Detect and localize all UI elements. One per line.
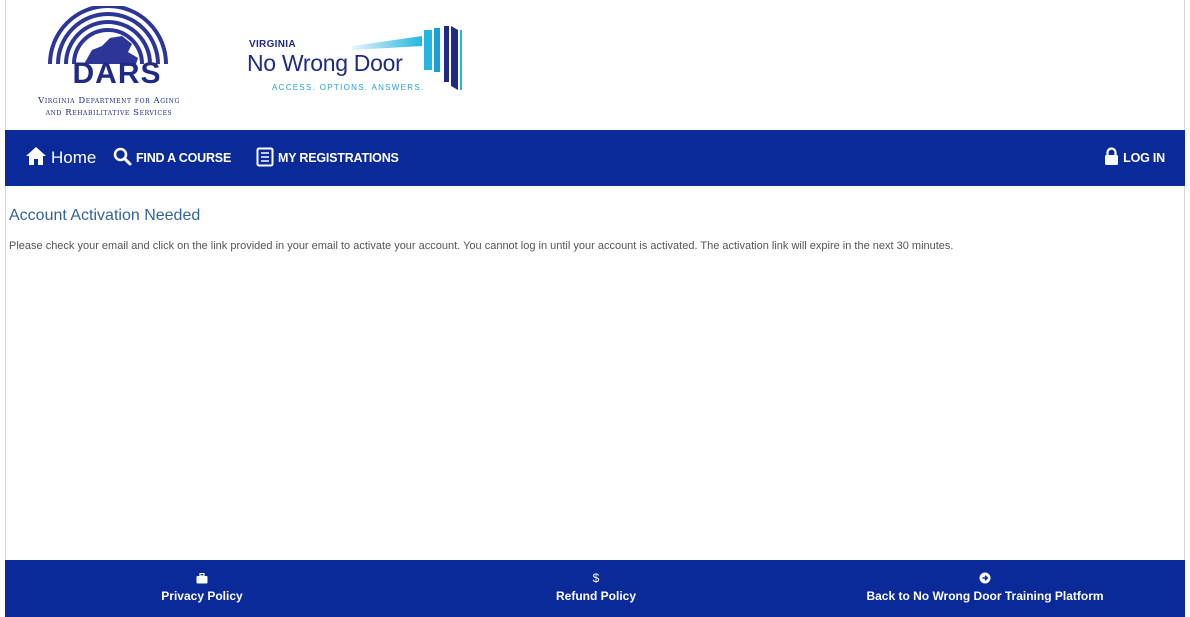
refund-policy-link[interactable]: $ Refund Policy — [541, 570, 651, 603]
nwd-state-label: VIRGINIA — [249, 39, 296, 50]
nav-my-registrations-link[interactable]: MY REGISTRATIONS — [256, 130, 399, 186]
dars-subtitle-line2: and Rehabilitative Services — [45, 108, 173, 118]
nav-login-link[interactable]: LOG IN — [1104, 130, 1165, 186]
main-navbar: Home FIND A COURSE MY REGISTRATIONS LOG … — [5, 130, 1185, 186]
privacy-policy-link[interactable]: Privacy Policy — [157, 570, 247, 603]
dars-subtitle-line1: Virginia Department for Aging — [38, 96, 180, 106]
site-header: DARS Virginia Department for Aging and R… — [0, 0, 1190, 130]
dollar-icon: $ — [592, 571, 600, 585]
home-icon — [25, 146, 47, 171]
nav-home-label: Home — [51, 148, 97, 167]
nav-login-label: LOG IN — [1123, 151, 1165, 165]
nwd-tagline: ACCESS. OPTIONS. ANSWERS. — [272, 83, 425, 92]
main-content: Account Activation Needed Please check y… — [5, 186, 1185, 560]
lock-icon — [1104, 147, 1119, 169]
page-title: Account Activation Needed — [9, 207, 201, 224]
nav-find-course-link[interactable]: FIND A COURSE — [113, 130, 231, 186]
refund-policy-label: Refund Policy — [555, 589, 636, 603]
circle-arrow-right-icon — [979, 570, 991, 586]
activation-message: Please check your email and click on the… — [9, 240, 954, 252]
briefcase-icon — [196, 570, 208, 586]
dars-logo-subtitle: Virginia Department for Aging and Rehabi… — [6, 95, 212, 119]
back-to-platform-link[interactable]: Back to No Wrong Door Training Platform — [855, 570, 1115, 603]
back-to-platform-label: Back to No Wrong Door Training Platform — [866, 589, 1104, 603]
privacy-policy-label: Privacy Policy — [161, 589, 243, 603]
nwd-title: No Wrong Door — [247, 50, 403, 76]
nav-my-registrations-label: MY REGISTRATIONS — [278, 151, 399, 165]
dars-logo-text: DARS — [72, 57, 162, 90]
dars-logo[interactable]: DARS Virginia Department for Aging and R… — [6, 4, 212, 119]
no-wrong-door-logo[interactable]: VIRGINIA No Wrong Door ACCESS. OPTIONS. … — [232, 26, 472, 96]
nav-home-link[interactable]: Home — [25, 130, 96, 186]
nav-find-course-label: FIND A COURSE — [136, 151, 232, 165]
search-icon — [113, 147, 132, 169]
site-footer: Privacy Policy $ Refund Policy Back to N… — [5, 560, 1185, 617]
document-list-icon — [256, 147, 274, 170]
